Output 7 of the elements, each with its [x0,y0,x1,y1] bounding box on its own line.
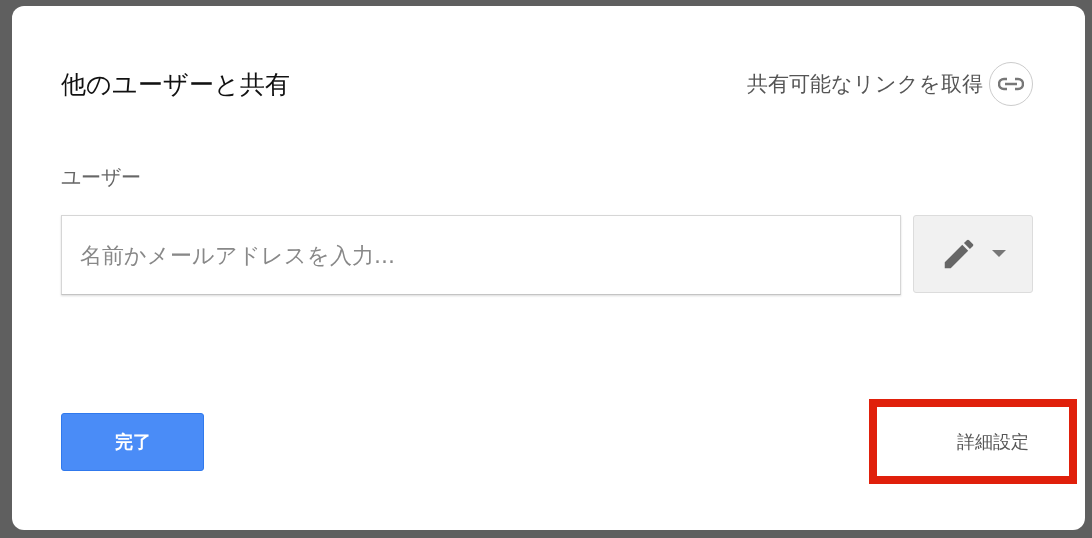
get-link[interactable]: 共有可能なリンクを取得 [747,70,983,98]
people-label: ユーザー [61,164,142,191]
dialog-title: 他のユーザーと共有 [61,68,290,101]
caret-icon [992,250,1006,258]
people-input-field[interactable]: 名前かメールアドレスを入力... [61,215,901,295]
permission-dropdown[interactable] [913,215,1033,293]
advanced-settings-button[interactable]: 詳細設定 [869,399,1077,484]
